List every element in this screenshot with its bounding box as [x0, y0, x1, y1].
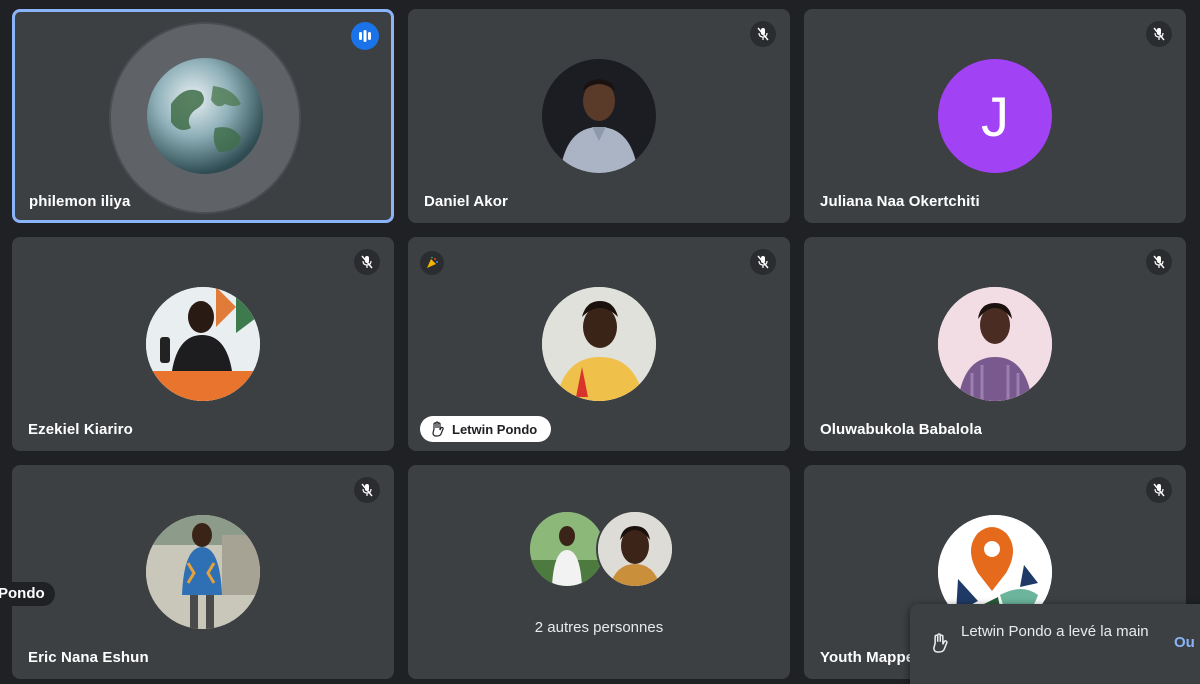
participant-tile-oluwabukola[interactable]: Oluwabukola Babalola: [804, 237, 1186, 451]
participant-tile-juliana[interactable]: J Juliana Naa Okertchiti: [804, 9, 1186, 223]
avatar: [146, 515, 260, 629]
participant-name: Oluwabukola Babalola: [820, 421, 983, 438]
toast-open-button[interactable]: Ou: [1174, 634, 1195, 651]
raised-hand-name: Letwin Pondo: [452, 421, 538, 437]
mic-off-icon: [354, 477, 380, 503]
mic-off-icon: [1146, 477, 1172, 503]
party-popper-icon: [420, 251, 444, 275]
participant-tile-philemon[interactable]: philemon iliya: [12, 9, 394, 223]
edge-name-label: Pondo: [0, 582, 55, 606]
avatar: J: [938, 59, 1052, 173]
speaking-indicator-icon: [351, 22, 379, 50]
raised-hand-icon: [933, 633, 948, 653]
participant-tile-letwin[interactable]: Letwin Pondo: [408, 237, 790, 451]
avatar: [542, 59, 656, 173]
mic-off-icon: [1146, 249, 1172, 275]
participant-name: Youth Mappe: [820, 649, 915, 666]
participant-name: Ezekiel Kiariro: [28, 421, 133, 438]
avatar: [596, 510, 674, 588]
mic-off-icon: [750, 21, 776, 47]
avatar: [938, 287, 1052, 401]
hand-raised-toast: Letwin Pondo a levé la main Ou: [910, 604, 1200, 684]
participant-tile-daniel[interactable]: Daniel Akor: [408, 9, 790, 223]
others-count-label: 2 autres personnes: [534, 619, 664, 636]
avatar-initial: J: [981, 84, 1009, 148]
avatar: [528, 510, 606, 588]
raised-hand-chip: Letwin Pondo: [420, 416, 552, 442]
participant-name: philemon iliya: [29, 193, 131, 210]
mic-off-icon: [1146, 21, 1172, 47]
mic-off-icon: [354, 249, 380, 275]
raised-hand-icon: [432, 421, 444, 437]
toast-message: Letwin Pondo a levé la main: [961, 623, 1149, 640]
avatar: [111, 24, 299, 212]
avatar: [542, 287, 656, 401]
participant-tile-others[interactable]: 2 autres personnes: [408, 465, 790, 679]
avatar: [146, 287, 260, 401]
participant-name: Juliana Naa Okertchiti: [820, 193, 980, 210]
participant-name: Daniel Akor: [424, 193, 508, 210]
participant-name: Eric Nana Eshun: [28, 649, 149, 666]
participant-tile-ezekiel[interactable]: Ezekiel Kiariro: [12, 237, 394, 451]
mic-off-icon: [750, 249, 776, 275]
participant-tile-eric[interactable]: Eric Nana Eshun: [12, 465, 394, 679]
